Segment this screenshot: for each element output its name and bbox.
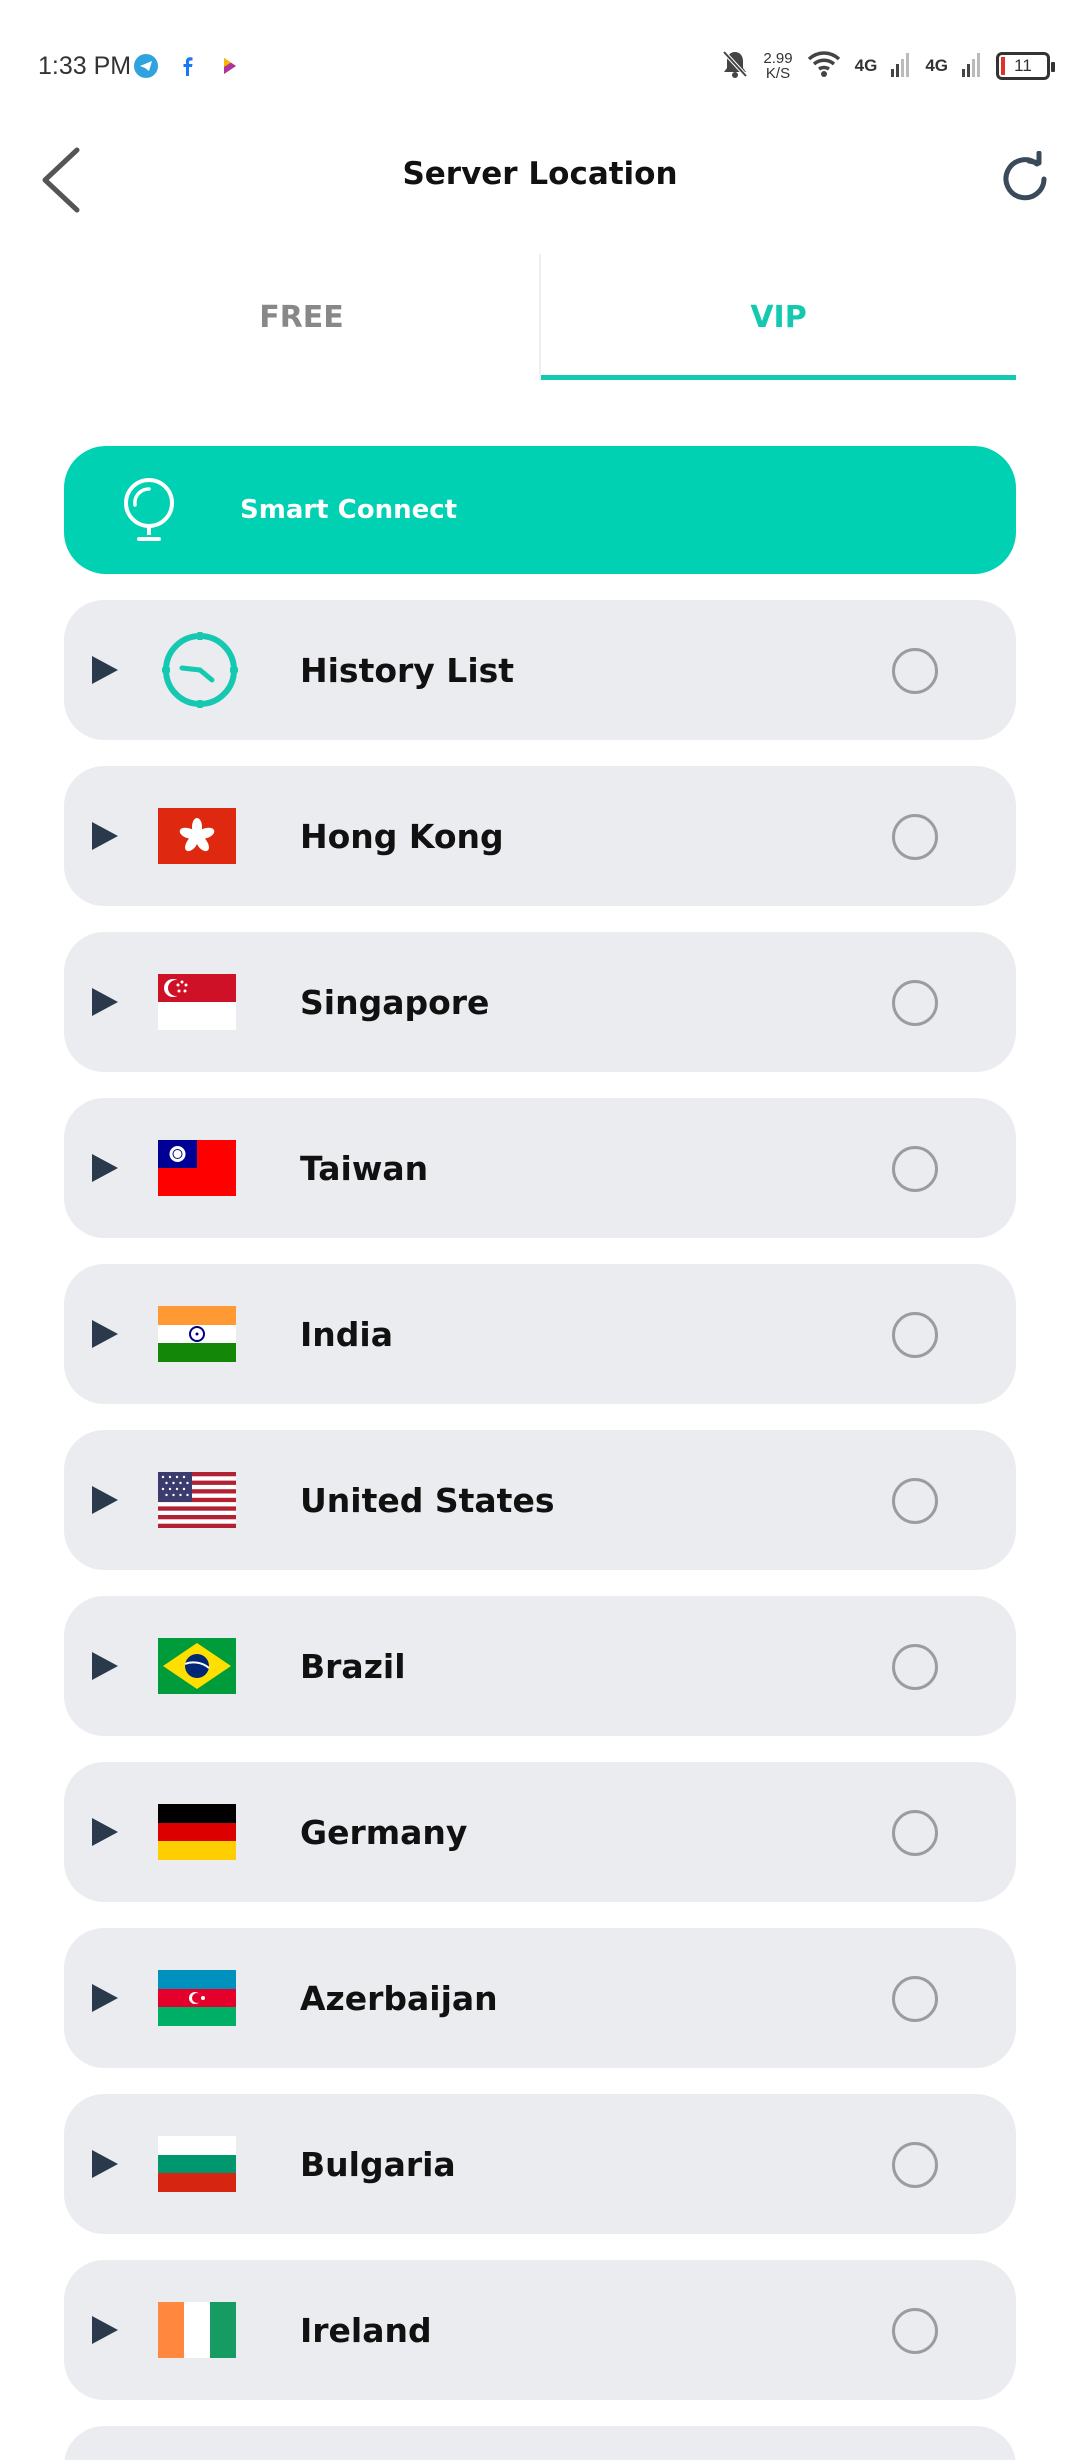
server-label: United States [300,1480,555,1520]
server-row-united-states[interactable]: United States [64,1430,1016,1570]
clock-icon [160,630,240,710]
server-label: Hong Kong [300,816,504,856]
bulgaria-flag-icon [158,2136,236,2192]
page-title: Server Location [402,156,678,192]
expand-arrow-icon[interactable] [92,1320,118,1348]
location-pin-icon [116,470,182,550]
server-row-germany[interactable]: Germany [64,1762,1016,1902]
expand-arrow-icon[interactable] [92,656,118,684]
network-type-2: 4G [925,56,948,75]
expand-arrow-icon[interactable] [92,1818,118,1846]
server-row-india[interactable]: India [64,1264,1016,1404]
radio-button[interactable] [892,1644,938,1690]
smart-connect-label: Smart Connect [240,495,458,525]
server-row-taiwan[interactable]: Taiwan [64,1098,1016,1238]
status-time: 1:33 PM [38,52,132,80]
ireland-flag-icon [158,2302,236,2358]
smart-connect-button[interactable]: Smart Connect [64,446,1016,574]
network-speed: 2.99 K/S [763,51,792,81]
status-bar: 1:33 PM 2.99 K/S 4G 4G 11 [0,0,1080,130]
refresh-icon [1003,151,1047,201]
server-label: Taiwan [300,1148,429,1188]
expand-arrow-icon[interactable] [92,988,118,1016]
wifi-icon [807,50,841,82]
battery-icon: 11 [996,52,1055,80]
radio-button[interactable] [892,2142,938,2188]
expand-arrow-icon[interactable] [92,2316,118,2344]
expand-arrow-icon[interactable] [92,1486,118,1514]
radio-button[interactable] [892,814,938,860]
server-list: History List Hong Kong Singapore Taiwan [64,600,1016,2460]
expand-arrow-icon[interactable] [92,1984,118,2012]
hong-kong-flag-icon [158,808,236,864]
network-type-1: 4G [854,56,878,75]
signal-icon [891,51,911,81]
radio-button[interactable] [892,1478,938,1524]
status-right: 2.99 K/S 4G 4G 11 [721,48,1055,84]
radio-button[interactable] [892,1976,938,2022]
server-label: History List [300,650,515,690]
server-label: India [300,1314,393,1354]
server-label: Ireland [300,2310,432,2350]
expand-arrow-icon[interactable] [92,822,118,850]
expand-arrow-icon[interactable] [92,1652,118,1680]
server-row-ireland[interactable]: Ireland [64,2260,1016,2400]
server-label: Germany [300,1812,468,1852]
brazil-flag-icon [158,1638,236,1694]
tab-free[interactable]: FREE [64,254,539,380]
header: Server Location [0,130,1080,230]
battery-level: 11 [1014,56,1032,75]
server-row-azerbaijan[interactable]: Azerbaijan [64,1928,1016,2068]
mute-bell-icon [721,49,749,83]
radio-button[interactable] [892,2308,938,2354]
signal-icon [962,51,982,81]
india-flag-icon [158,1306,236,1362]
radio-button[interactable] [892,980,938,1026]
tab-vip[interactable]: VIP [539,254,1016,380]
singapore-flag-icon [158,974,236,1030]
taiwan-flag-icon [158,1140,236,1196]
expand-arrow-icon[interactable] [92,1154,118,1182]
radio-button[interactable] [892,648,938,694]
server-row-hong-kong[interactable]: Hong Kong [64,766,1016,906]
server-row-history-list[interactable]: History List [64,600,1016,740]
server-label: Azerbaijan [300,1978,498,2018]
server-row-brazil[interactable]: Brazil [64,1596,1016,1736]
expand-arrow-icon[interactable] [92,2150,118,2178]
app-icon [218,54,242,78]
server-label: Bulgaria [300,2144,456,2184]
server-label: Singapore [300,982,490,1022]
germany-flag-icon [158,1804,236,1860]
server-row-bulgaria[interactable]: Bulgaria [64,2094,1016,2234]
azerbaijan-flag-icon [158,1970,236,2026]
refresh-button[interactable] [990,144,1060,214]
server-row-singapore[interactable]: Singapore [64,932,1016,1072]
united-states-flag-icon [158,1472,236,1528]
server-label: Brazil [300,1646,406,1686]
radio-button[interactable] [892,1810,938,1856]
telegram-icon [134,54,158,78]
radio-button[interactable] [892,1312,938,1358]
facebook-icon [176,54,200,78]
radio-button[interactable] [892,1146,938,1192]
speed-unit: K/S [765,65,791,82]
server-row-partial[interactable] [64,2426,1016,2460]
tab-bar: FREE VIP [64,254,1016,380]
